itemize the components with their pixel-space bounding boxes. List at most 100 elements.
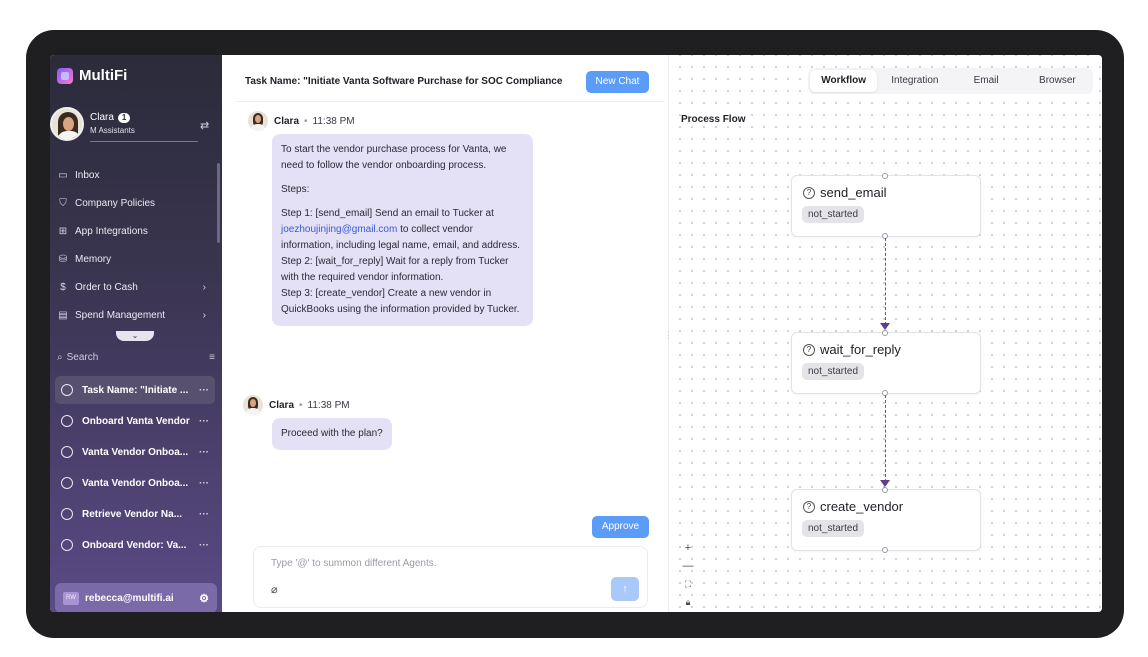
- input-port[interactable]: [882, 173, 888, 179]
- input-port[interactable]: [882, 330, 888, 336]
- chevron-right-icon: ›: [202, 281, 206, 293]
- fit-view-icon[interactable]: ⛶: [680, 575, 696, 593]
- sidebar: MultiFi Clara 1 M Assistants ⇄ ▭ Inbox ⛉…: [50, 55, 222, 612]
- task-status-icon: [61, 446, 73, 458]
- user-profile[interactable]: Clara 1 M Assistants ⇄: [50, 107, 222, 147]
- help-icon: ?: [803, 344, 815, 356]
- more-options-icon[interactable]: ···: [199, 509, 209, 520]
- approve-button[interactable]: Approve: [592, 516, 649, 538]
- zoom-out-button[interactable]: —: [680, 557, 696, 575]
- avatar: [248, 111, 268, 131]
- sidebar-item-label: Spend Management: [75, 309, 166, 321]
- more-options-icon[interactable]: ···: [199, 540, 209, 551]
- email-link[interactable]: joezhoujinjing@gmail.com: [281, 224, 397, 235]
- sidebar-item-memory[interactable]: ⛁ Memory: [50, 245, 222, 273]
- chat-header: Task Name: "Initiate Vanta Software Purc…: [236, 64, 664, 102]
- task-label: Onboard Vanta Vendor: [82, 415, 190, 427]
- zoom-in-button[interactable]: +: [680, 539, 696, 557]
- sidebar-item-spend-management[interactable]: ▤ Spend Management ›: [50, 301, 222, 329]
- chat-panel: Task Name: "Initiate Vanta Software Purc…: [236, 64, 664, 612]
- node-label: wait_for_reply: [820, 342, 901, 357]
- tab-workflow[interactable]: Workflow: [810, 70, 878, 92]
- view-tabs: Workflow Integration Email Browser: [808, 68, 1093, 94]
- task-item[interactable]: Retrieve Vendor Na... ···: [55, 500, 215, 528]
- brand-name: MultiFi: [79, 67, 128, 84]
- shield-icon: ⛉: [59, 197, 67, 209]
- filter-icon[interactable]: ≡: [209, 352, 215, 363]
- chevron-down-icon: ⌄: [131, 331, 139, 340]
- task-search[interactable]: ⌕ Search ≡: [57, 349, 215, 365]
- sidebar-item-inbox[interactable]: ▭ Inbox: [50, 161, 222, 189]
- more-options-icon[interactable]: ···: [199, 478, 209, 489]
- message-composer[interactable]: Type '@' to summon different Agents. ⌀ ↑: [253, 546, 648, 608]
- assistant-count-badge: 1: [117, 112, 131, 123]
- more-options-icon[interactable]: ···: [199, 416, 209, 427]
- task-status-icon: [61, 477, 73, 489]
- tab-integration[interactable]: Integration: [881, 70, 948, 92]
- account-menu[interactable]: RW rebecca@multifi.ai ⚙: [55, 583, 217, 612]
- message-input[interactable]: Type '@' to summon different Agents.: [271, 558, 437, 569]
- sidebar-item-company-policies[interactable]: ⛉ Company Policies: [50, 189, 222, 217]
- task-item[interactable]: Vanta Vendor Onboa... ···: [55, 469, 215, 497]
- canvas-controls: + — ⛶ 🔒︎: [680, 539, 696, 611]
- status-badge: not_started: [802, 520, 865, 537]
- sidebar-item-order-to-cash[interactable]: $ Order to Cash ›: [50, 273, 222, 301]
- search-input[interactable]: Search: [67, 352, 99, 363]
- flow-node[interactable]: ? wait_for_reply not_started: [791, 330, 981, 396]
- database-icon: ⛁: [58, 253, 68, 265]
- search-icon: ⌕: [57, 351, 63, 363]
- arrow-down-icon: [880, 480, 890, 487]
- chevron-right-icon: ›: [202, 309, 206, 321]
- task-label: Task Name: "Initiate ...: [82, 384, 189, 396]
- multifi-logo-icon: [57, 67, 73, 84]
- send-button[interactable]: ↑: [611, 577, 639, 601]
- output-port[interactable]: [882, 547, 888, 553]
- switch-user-icon[interactable]: ⇄: [200, 119, 209, 132]
- lock-icon[interactable]: 🔒︎: [680, 593, 696, 611]
- message-text: Proceed with the plan?: [281, 428, 383, 439]
- message-text: To start the vendor purchase process for…: [281, 144, 507, 171]
- message-time: 11:38 PM: [312, 115, 355, 127]
- separator: •: [304, 115, 308, 127]
- gear-icon[interactable]: ⚙: [199, 592, 209, 605]
- message-author: Clara: [269, 399, 295, 411]
- user-subtitle: M Assistants: [90, 126, 135, 135]
- dollar-icon: $: [60, 281, 66, 293]
- task-status-icon: [61, 508, 73, 520]
- task-item[interactable]: Vanta Vendor Onboa... ···: [55, 438, 215, 466]
- paperclip-icon[interactable]: ⌀: [271, 583, 278, 596]
- card-icon: ▤: [58, 309, 68, 321]
- user-name: Clara: [90, 112, 114, 123]
- task-item[interactable]: Onboard Vanta Vendor ···: [55, 407, 215, 435]
- message-text: Steps:: [281, 184, 310, 195]
- sidebar-item-label: Order to Cash: [75, 281, 138, 293]
- input-port[interactable]: [882, 487, 888, 493]
- brand[interactable]: MultiFi: [57, 67, 127, 84]
- status-badge: not_started: [802, 363, 865, 380]
- task-item[interactable]: Onboard Vendor: Va... ···: [55, 531, 215, 559]
- sidebar-item-app-integrations[interactable]: ⊞ App Integrations: [50, 217, 222, 245]
- new-chat-button[interactable]: New Chat: [586, 71, 649, 93]
- flow-node[interactable]: ? create_vendor not_started: [791, 487, 981, 553]
- step-2: Step 2: [wait_for_reply] Wait for a repl…: [281, 256, 509, 283]
- account-avatar: RW: [63, 591, 79, 605]
- separator: •: [299, 399, 303, 411]
- task-status-icon: [61, 384, 73, 396]
- task-status-icon: [61, 415, 73, 427]
- step-1: Step 1: [send_email] Send an email to Tu…: [281, 208, 521, 251]
- more-options-icon[interactable]: ···: [199, 447, 209, 458]
- tab-browser[interactable]: Browser: [1024, 70, 1091, 92]
- message-header: Clara • 11:38 PM: [248, 111, 355, 131]
- sidebar-scrollbar[interactable]: [217, 163, 220, 243]
- collapse-toggle[interactable]: ⌄: [116, 331, 154, 341]
- task-item[interactable]: Task Name: "Initiate ... ···: [55, 376, 215, 404]
- inbox-icon: ▭: [58, 169, 68, 181]
- tab-email[interactable]: Email: [953, 70, 1020, 92]
- arrow-up-icon: ↑: [622, 583, 628, 595]
- flow-node[interactable]: ? send_email not_started: [791, 173, 981, 239]
- sidebar-item-label: Inbox: [75, 169, 100, 181]
- message-time: 11:38 PM: [307, 399, 350, 411]
- message-bubble: Proceed with the plan?: [272, 418, 392, 450]
- sidebar-item-label: App Integrations: [75, 225, 148, 237]
- more-options-icon[interactable]: ···: [199, 385, 209, 396]
